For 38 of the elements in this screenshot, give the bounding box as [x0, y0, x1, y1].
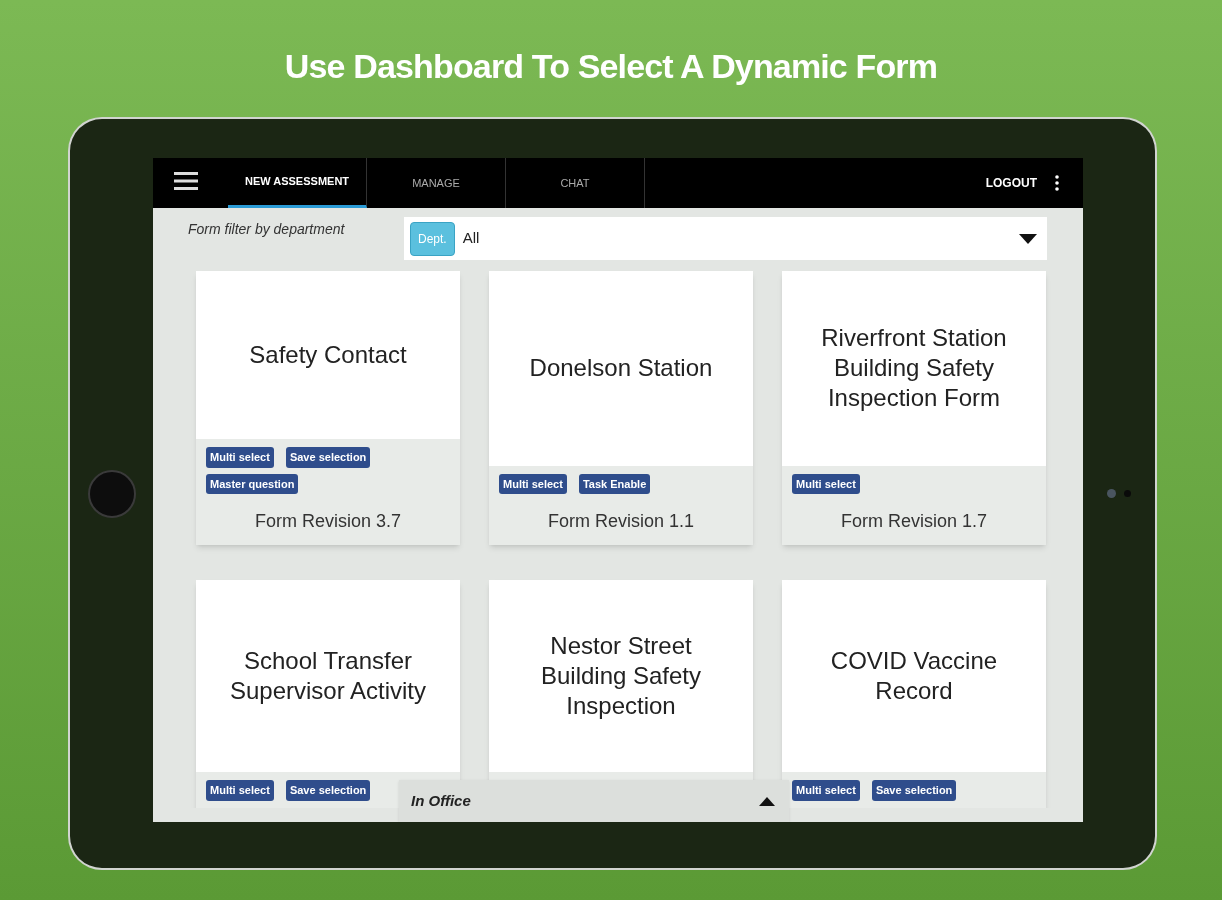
feature-tag: Save selection [871, 780, 957, 801]
nav-tab[interactable]: NEW ASSESSMENT [228, 158, 367, 208]
department-badge: Dept. [410, 221, 455, 256]
form-revision: Form Revision 1.7 [839, 510, 989, 533]
feature-tag: Save selection [285, 780, 371, 801]
logout-link[interactable]: LOGOUT [985, 174, 1037, 192]
feature-tag: Master question [206, 473, 299, 494]
form-title: Safety Contact [249, 340, 407, 370]
sensor-icon [1124, 490, 1131, 497]
form-revision: Form Revision 1.1 [546, 510, 696, 533]
location-menu[interactable]: In Office [399, 780, 789, 822]
nav-tab[interactable]: CHAT [506, 158, 645, 208]
feature-tag: Multi select [792, 780, 860, 801]
feature-tag: Save selection [285, 447, 371, 468]
dropdown-arrow-icon [1019, 233, 1037, 244]
form-card[interactable]: Donelson Station Multi select Task Enable Form Revision 1.1 [489, 271, 753, 545]
dropdown-value: All [462, 228, 481, 249]
camera-icon [1107, 489, 1116, 498]
form-title: Nestor Street Building Safety Inspection [539, 631, 703, 721]
feature-tag: Multi select [499, 473, 567, 494]
form-title: School Transfer Supervisor Activity [228, 646, 428, 706]
form-title: Riverfront Station Building Safety Inspection Form [820, 323, 1008, 414]
form-title: Donelson Station [529, 353, 713, 384]
filter-label: Form filter by department [188, 220, 346, 239]
feature-tag: Multi select [792, 473, 860, 494]
form-card[interactable]: Riverfront Station Building Safety Inspection Form Multi select Form Revision 1.7 [782, 271, 1046, 545]
menu-icon[interactable] [174, 171, 198, 191]
form-title: COVID Vaccine Record [829, 646, 999, 706]
nav-tab[interactable]: MANAGE [367, 158, 506, 208]
form-card[interactable]: COVID Vaccine Record Multi select Save selection [782, 580, 1046, 808]
feature-tag: Task Enable [578, 473, 651, 494]
form-card[interactable]: Safety Contact Multi select Save selection Master question Form Revision 3.7 [196, 271, 460, 545]
feature-tag: Multi select [206, 780, 274, 801]
headline: Use Dashboard To Select A Dynamic Form [284, 46, 938, 87]
feature-tag: Multi select [206, 447, 274, 468]
department-dropdown[interactable]: Dept. All [404, 217, 1047, 260]
form-revision: Form Revision 3.7 [253, 510, 403, 533]
more-icon[interactable] [1055, 175, 1059, 191]
